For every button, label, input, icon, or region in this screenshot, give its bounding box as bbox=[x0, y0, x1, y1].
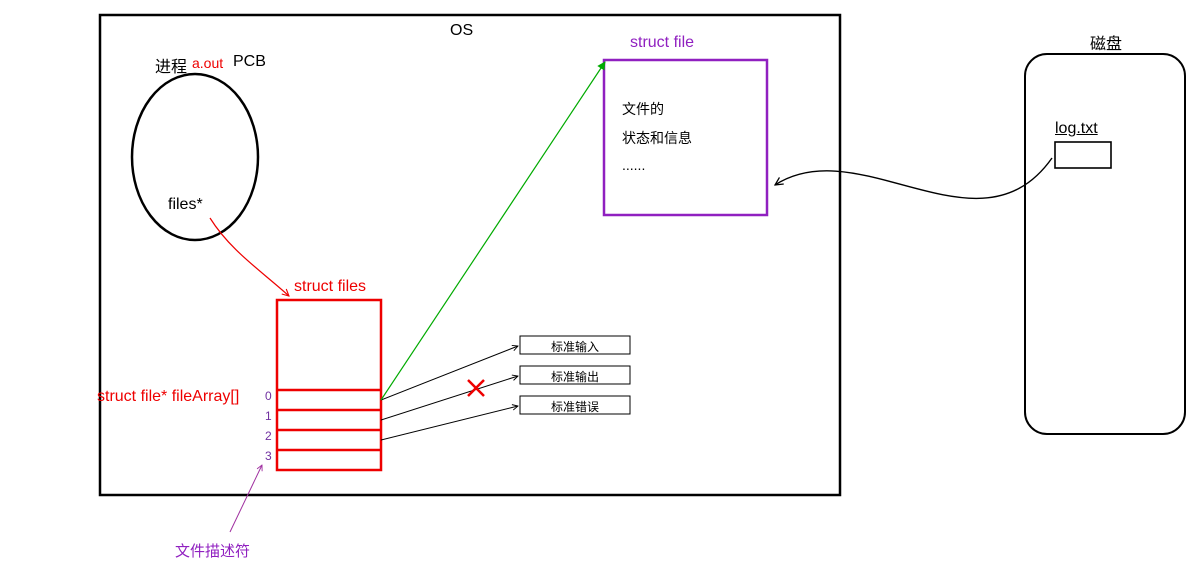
struct-files-label: struct files bbox=[294, 278, 366, 296]
file-array-label: struct file* fileArray[] bbox=[97, 388, 239, 406]
disk-title: 磁盘 bbox=[1090, 30, 1122, 54]
file-info-1: 文件的 bbox=[622, 99, 664, 119]
stdout-label: 标准输出 bbox=[551, 368, 599, 385]
arrow-filesptr-to-struct bbox=[210, 218, 289, 296]
index-0: 0 bbox=[265, 389, 272, 403]
file-info-3: ...... bbox=[622, 157, 645, 173]
process-label: 进程 bbox=[155, 53, 187, 77]
arrow-disk-to-structfile bbox=[775, 158, 1052, 198]
index-2: 2 bbox=[265, 429, 272, 443]
pcb-ellipse bbox=[132, 74, 258, 240]
struct-files-box bbox=[277, 300, 381, 470]
index-3: 3 bbox=[265, 449, 272, 463]
disk-box bbox=[1025, 54, 1185, 434]
stdin-label: 标准输入 bbox=[551, 338, 599, 355]
log-file-box bbox=[1055, 142, 1111, 168]
os-box bbox=[100, 15, 840, 495]
file-info-2: 状态和信息 bbox=[622, 128, 692, 148]
os-title: OS bbox=[450, 22, 473, 40]
arrow-fd-label bbox=[230, 465, 262, 532]
log-file-label: log.txt bbox=[1055, 120, 1098, 138]
aout-label: a.out bbox=[192, 55, 223, 71]
pcb-label: PCB bbox=[233, 53, 266, 71]
stderr-label: 标准错误 bbox=[551, 398, 599, 415]
files-ptr-label: files* bbox=[168, 196, 203, 214]
fd-label: 文件描述符 bbox=[175, 540, 250, 561]
arrow-fd0-stdin bbox=[381, 346, 518, 400]
arrow-fd2-stderr bbox=[381, 406, 518, 440]
arrow-fd1-stdout bbox=[381, 376, 518, 420]
index-1: 1 bbox=[265, 409, 272, 423]
struct-file-label: struct file bbox=[630, 34, 694, 52]
